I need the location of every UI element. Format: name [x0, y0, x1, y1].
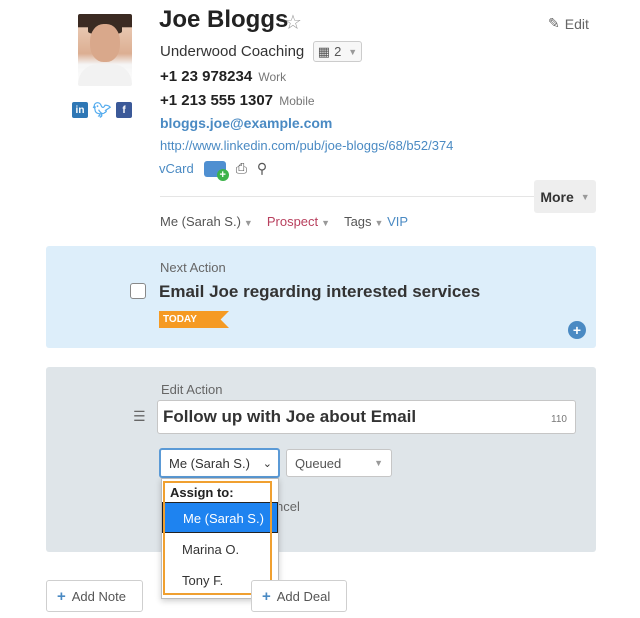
tags-dropdown[interactable]: Tags ▼ VIP: [344, 214, 408, 229]
phone-work[interactable]: +1 23 978234 Work: [160, 68, 286, 85]
action-title-input[interactable]: [157, 400, 576, 434]
action-status-select[interactable]: Queued ▼: [286, 449, 392, 477]
tags-label: Tags: [344, 214, 372, 229]
status-dropdown[interactable]: Prospect ▼: [267, 214, 330, 229]
pencil-icon: ✎: [548, 15, 560, 31]
contact-meta: Me (Sarah S.) ▼ Prospect ▼ Tags ▼ VIP: [160, 214, 408, 229]
add-deal-button[interactable]: + Add Deal: [251, 580, 347, 612]
chevron-down-icon: ⌄: [262, 457, 272, 470]
chevron-down-icon: ▼: [374, 458, 383, 468]
next-action-title[interactable]: Email Joe regarding interested services: [159, 282, 480, 302]
print-icon[interactable]: ⎙: [236, 160, 247, 177]
add-note-button[interactable]: + Add Note: [46, 580, 143, 612]
next-action-label: Next Action: [160, 260, 226, 275]
assignee-value: Me (Sarah S.): [169, 455, 250, 471]
add-note-label: Add Note: [71, 588, 126, 604]
company-name[interactable]: Underwood Coaching: [160, 43, 304, 60]
facebook-icon[interactable]: f: [116, 102, 132, 118]
twitter-icon[interactable]: 🐦︎: [92, 102, 111, 119]
phone-number: +1 23 978234: [160, 68, 253, 85]
contact-avatar: [78, 14, 132, 86]
phone-type: Mobile: [279, 94, 315, 108]
search-icon[interactable]: ⚲: [257, 160, 267, 177]
cancel-link[interactable]: ncel: [276, 499, 300, 514]
edit-label: Edit: [564, 15, 589, 32]
chevron-down-icon: ▼: [348, 46, 358, 57]
company-count-dropdown[interactable]: ▦ 2 ▼: [313, 41, 362, 62]
next-action-checkbox[interactable]: [130, 283, 146, 299]
star-icon[interactable]: ☆: [284, 10, 302, 35]
chevron-down-icon: ▼: [580, 191, 590, 202]
add-contact-icon[interactable]: [203, 160, 229, 181]
tag-vip[interactable]: VIP: [387, 214, 408, 229]
social-links: in 🐦︎ f: [72, 102, 132, 119]
website-link[interactable]: http://www.linkedin.com/pub/joe-bloggs/6…: [160, 138, 453, 153]
status-value: Queued: [295, 455, 342, 471]
dropdown-highlight-frame: [163, 481, 272, 595]
vcard-link[interactable]: vCard: [159, 161, 194, 176]
chevron-down-icon: ▼: [321, 217, 331, 228]
phone-mobile[interactable]: +1 213 555 1307 Mobile: [160, 92, 315, 109]
chevron-down-icon: ▼: [374, 217, 384, 228]
phone-type: Work: [258, 70, 287, 84]
list-icon: ☰: [133, 408, 146, 424]
phone-number: +1 213 555 1307: [160, 92, 274, 109]
status-label: Prospect: [266, 214, 319, 229]
owner-label: Me (Sarah S.): [160, 214, 241, 229]
add-action-icon[interactable]: +: [568, 321, 586, 339]
email-link[interactable]: bloggs.joe@example.com: [160, 115, 332, 131]
due-today-badge: TODAY: [159, 311, 229, 328]
edit-button[interactable]: ✎ Edit: [548, 15, 589, 32]
char-count: 110: [551, 414, 567, 425]
assignee-select[interactable]: Me (Sarah S.) ⌄: [159, 448, 280, 478]
divider: [160, 196, 534, 197]
edit-action-label: Edit Action: [161, 382, 223, 397]
plus-icon: +: [57, 587, 66, 605]
building-icon: ▦: [317, 43, 331, 59]
contact-name: Joe Bloggs: [159, 6, 289, 33]
add-deal-label: Add Deal: [276, 588, 331, 604]
linkedin-icon[interactable]: in: [72, 102, 88, 118]
plus-icon: +: [262, 587, 271, 605]
contact-tools: vCard ⎙ ⚲: [159, 160, 267, 181]
chevron-down-icon: ▼: [243, 217, 253, 228]
company-count: 2: [334, 44, 342, 59]
owner-dropdown[interactable]: Me (Sarah S.) ▼: [160, 214, 253, 229]
more-button[interactable]: More ▼: [534, 180, 596, 213]
more-label: More: [540, 188, 574, 205]
